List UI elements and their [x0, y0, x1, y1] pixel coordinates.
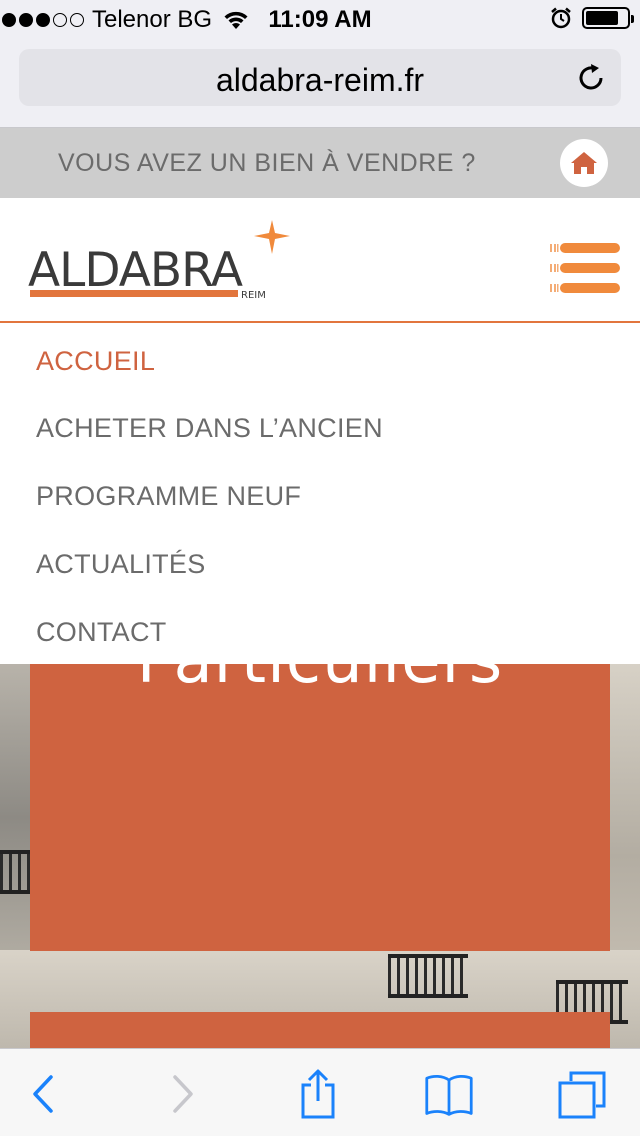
home-icon	[571, 152, 597, 174]
logo-text: ALDABRA	[28, 243, 243, 298]
reload-icon[interactable]	[575, 62, 607, 94]
url-text[interactable]: aldabra-reim.fr	[19, 62, 621, 99]
status-right	[550, 7, 634, 29]
forward-button[interactable]	[158, 1069, 208, 1119]
menu-item-acheter-ancien[interactable]: ACHETER DANS L’ANCIEN	[36, 413, 383, 444]
sell-property-banner[interactable]: VOUS AVEZ UN BIEN À VENDRE ?	[0, 128, 640, 198]
home-button[interactable]	[560, 139, 608, 187]
battery-icon	[582, 7, 634, 29]
menu-item-contact[interactable]: CONTACT	[36, 617, 167, 648]
forward-icon	[173, 1075, 193, 1113]
back-icon	[33, 1075, 53, 1113]
bookmarks-icon	[425, 1075, 473, 1116]
menu-item-accueil[interactable]: ACCUEIL	[36, 346, 155, 377]
url-field[interactable]: aldabra-reim.fr	[19, 49, 621, 106]
hero-section: Particuliers	[0, 664, 640, 1048]
balcony-railing	[388, 954, 468, 998]
navigation-menu: ACCUEIL ACHETER DANS L’ANCIEN PROGRAMME …	[0, 324, 640, 664]
battery-level	[586, 11, 618, 25]
logo-subtext: REIM	[241, 290, 266, 301]
status-bar: Telenor BG 11:09 AM	[0, 0, 640, 40]
aldabra-logo[interactable]: ALDABRA REIM	[28, 218, 298, 304]
sell-property-text[interactable]: VOUS AVEZ UN BIEN À VENDRE ?	[58, 149, 476, 178]
share-button[interactable]	[293, 1069, 343, 1119]
status-time: 11:09 AM	[268, 6, 372, 33]
tabs-button[interactable]	[557, 1069, 607, 1119]
menu-item-actualites[interactable]: ACTUALITÉS	[36, 549, 206, 580]
back-button[interactable]	[18, 1069, 68, 1119]
particuliers-card[interactable]: Particuliers	[30, 664, 610, 951]
tabs-icon	[558, 1071, 606, 1119]
balcony-railing	[0, 850, 30, 894]
menu-item-programme-neuf[interactable]: PROGRAMME NEUF	[36, 481, 301, 512]
alarm-icon	[551, 7, 571, 29]
bookmarks-button[interactable]	[424, 1069, 474, 1119]
share-icon	[301, 1069, 335, 1119]
browser-address-bar: aldabra-reim.fr	[0, 40, 640, 128]
hamburger-icon[interactable]	[548, 241, 620, 295]
site-header: ALDABRA REIM	[0, 198, 640, 323]
browser-toolbar	[0, 1048, 640, 1136]
card-title: Particuliers	[30, 664, 610, 698]
secondary-card[interactable]	[30, 1012, 610, 1048]
